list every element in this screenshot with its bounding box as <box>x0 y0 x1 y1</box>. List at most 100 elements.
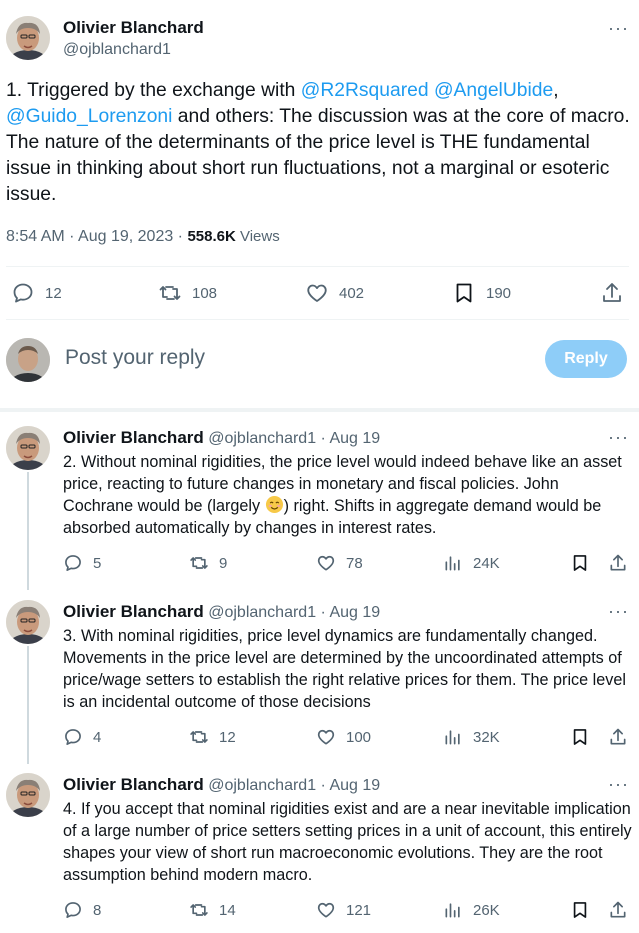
reply-count: 5 <box>93 554 102 572</box>
bookmark-button[interactable] <box>570 553 590 573</box>
like-button[interactable]: 121 <box>316 900 371 920</box>
author-avatar[interactable] <box>6 426 50 470</box>
bookmark-button[interactable] <box>570 727 590 747</box>
share-button[interactable] <box>600 281 624 305</box>
reply-bubble-icon <box>13 283 33 303</box>
retweet-count: 9 <box>219 554 228 572</box>
like-count: 402 <box>339 284 365 302</box>
heart-icon <box>317 902 335 918</box>
more-dots-icon[interactable]: ··· <box>608 775 629 793</box>
retweet-icon <box>159 286 181 300</box>
more-dots-icon[interactable]: ··· <box>608 428 629 446</box>
bookmark-count: 190 <box>486 284 512 302</box>
bookmark-button[interactable] <box>570 900 590 920</box>
views-bars-icon <box>445 730 460 745</box>
author-name[interactable]: Olivier Blanchard <box>63 428 204 447</box>
reply-text: 3. With nominal rigidities, price level … <box>63 627 626 711</box>
share-icon <box>610 901 626 918</box>
more-dots-icon[interactable]: ··· <box>608 602 629 620</box>
share-icon <box>610 554 626 571</box>
author-name[interactable]: Olivier Blanchard <box>63 775 204 794</box>
share-icon <box>603 283 621 302</box>
divider <box>6 266 629 267</box>
mention-link[interactable]: @AngelUbide <box>434 80 553 101</box>
author-handle[interactable]: @ojblanchard1 <box>208 777 316 794</box>
like-button[interactable]: 100 <box>316 727 371 747</box>
reply-button[interactable]: 12 <box>11 281 62 305</box>
thread-connector <box>27 472 29 590</box>
like-count: 121 <box>346 901 372 919</box>
retweet-icon <box>190 731 208 743</box>
views-bars-icon <box>445 556 460 571</box>
reply-text: 4. If you accept that nominal rigidities… <box>63 800 632 884</box>
post-date[interactable]: · Aug 19 <box>316 777 381 794</box>
author-handle[interactable]: @ojblanchard1 <box>208 604 316 621</box>
post-date[interactable]: · Aug 19 <box>316 430 381 447</box>
views-count: 32K <box>473 728 500 746</box>
views-label: Views <box>235 228 280 245</box>
tweet-text: 1. Triggered by the exchange with @R2Rsq… <box>6 80 630 205</box>
reply-button[interactable]: 5 <box>63 553 101 573</box>
portrait-image <box>6 773 50 817</box>
reply-input[interactable]: Post your reply <box>65 346 205 370</box>
author-handle[interactable]: @ojblanchard1 <box>63 40 204 60</box>
share-icon <box>610 728 626 745</box>
portrait-image <box>6 426 50 470</box>
retweet-button[interactable]: 14 <box>189 900 236 920</box>
retweet-button[interactable]: 9 <box>189 553 227 573</box>
divider <box>6 319 629 320</box>
section-separator <box>0 408 639 412</box>
tweet-meta: 8:54 AM · Aug 19, 2023 · 558.6K Views <box>6 228 280 245</box>
timestamp-link[interactable]: 8:54 AM · Aug 19, 2023 <box>6 228 173 245</box>
share-button[interactable] <box>608 900 628 920</box>
views-count: 24K <box>473 554 500 572</box>
mention-link[interactable]: @Guido_Lorenzoni <box>6 106 172 127</box>
author-avatar[interactable] <box>6 600 50 644</box>
author-avatar[interactable] <box>6 773 50 817</box>
reply-text: 2. Without nominal rigidities, the price… <box>63 453 622 537</box>
views-button[interactable]: 24K <box>443 553 500 573</box>
retweet-count: 14 <box>219 901 236 919</box>
author-handle[interactable]: @ojblanchard1 <box>208 430 316 447</box>
mention-link[interactable]: @R2Rsquared <box>301 80 429 101</box>
views-bars-icon <box>445 903 460 918</box>
retweet-icon <box>190 557 208 569</box>
like-count: 78 <box>346 554 363 572</box>
reply-button[interactable]: 4 <box>63 727 101 747</box>
reply-submit-button[interactable]: Reply <box>545 340 627 378</box>
bookmark-button[interactable]: 190 <box>452 281 511 305</box>
user-avatar[interactable] <box>6 338 50 382</box>
author-name[interactable]: Olivier Blanchard <box>63 602 204 621</box>
like-button[interactable]: 402 <box>305 281 364 305</box>
heart-icon <box>317 555 335 571</box>
views-count: 558.6K <box>187 228 236 245</box>
like-count: 100 <box>346 728 372 746</box>
reply-bubble-icon <box>65 729 81 745</box>
bookmark-icon <box>456 283 472 303</box>
views-button[interactable]: 26K <box>443 900 500 920</box>
heart-icon <box>317 729 335 745</box>
bookmark-icon <box>573 729 587 745</box>
post-date[interactable]: · Aug 19 <box>316 604 381 621</box>
share-button[interactable] <box>608 553 628 573</box>
heart-icon <box>307 284 327 302</box>
like-button[interactable]: 78 <box>316 553 363 573</box>
retweet-icon <box>190 904 208 916</box>
retweet-count: 108 <box>192 284 218 302</box>
views-count: 26K <box>473 901 500 919</box>
more-dots-icon[interactable]: ··· <box>608 19 629 37</box>
reply-bubble-icon <box>65 902 81 918</box>
reply-button[interactable]: 8 <box>63 900 101 920</box>
reply-count: 8 <box>93 901 102 919</box>
retweet-count: 12 <box>219 728 236 746</box>
author-name[interactable]: Olivier Blanchard <box>63 18 204 38</box>
share-button[interactable] <box>608 727 628 747</box>
thread-connector <box>27 646 29 764</box>
retweet-button[interactable]: 12 <box>189 727 236 747</box>
reply-count: 4 <box>93 728 102 746</box>
views-button[interactable]: 32K <box>443 727 500 747</box>
bookmark-icon <box>573 555 587 571</box>
retweet-button[interactable]: 108 <box>158 281 217 305</box>
portrait-image <box>6 16 50 60</box>
author-avatar[interactable] <box>6 16 50 60</box>
